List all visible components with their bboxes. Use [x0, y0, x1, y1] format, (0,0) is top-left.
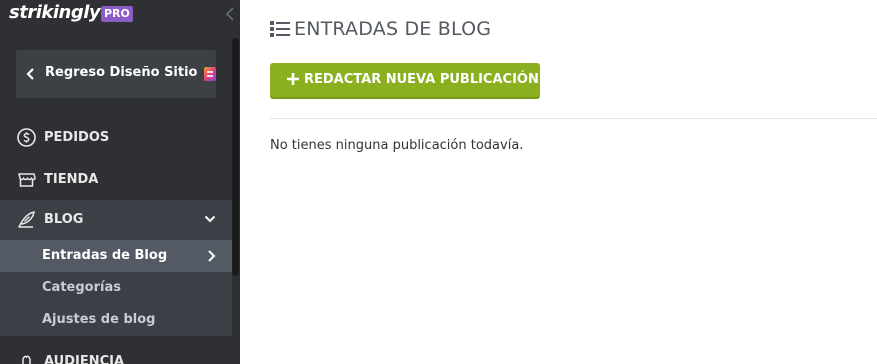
plus-icon	[287, 73, 299, 85]
sidebar: strikingly PRO Regreso Diseño Sitio PEDI…	[0, 0, 240, 364]
sidebar-subitem-ajustes-de-blog[interactable]: Ajustes de blog	[0, 304, 232, 336]
divider	[270, 118, 877, 119]
empty-state-message: No tienes ninguna publicación todavía.	[270, 138, 524, 153]
pro-badge: PRO	[101, 6, 133, 22]
page-title: ENTRADAS DE BLOG	[294, 18, 492, 40]
sidebar-item-label: AUDIENCIA	[44, 354, 125, 364]
store-icon	[18, 173, 36, 187]
site-design-icon	[204, 67, 216, 81]
sidebar-item-label: PEDIDOS	[44, 130, 110, 145]
sidebar-item-audiencia[interactable]: AUDIENCIA	[0, 342, 232, 364]
collapse-sidebar-icon[interactable]	[224, 5, 236, 23]
sidebar-item-blog[interactable]: BLOG	[0, 200, 232, 240]
list-icon	[270, 21, 290, 37]
sidebar-item-label: BLOG	[44, 212, 84, 227]
back-button-label: Regreso Diseño Sitio	[45, 65, 198, 80]
sidebar-scrollbar[interactable]	[232, 38, 239, 276]
new-post-button-label: REDACTAR NUEVA PUBLICACIÓN	[304, 72, 539, 87]
sidebar-item-tienda[interactable]: TIENDA	[0, 160, 232, 200]
chevron-down-icon	[204, 215, 216, 223]
new-post-button[interactable]: REDACTAR NUEVA PUBLICACIÓN	[270, 63, 540, 99]
back-to-site-design-button[interactable]: Regreso Diseño Sitio	[16, 50, 216, 98]
chevron-left-icon	[26, 68, 34, 80]
sidebar-subitem-label: Entradas de Blog	[42, 248, 168, 263]
quill-icon	[18, 210, 35, 228]
strikingly-logo[interactable]: strikingly	[9, 2, 101, 23]
chevron-right-icon	[208, 250, 216, 262]
sidebar-subitem-label: Ajustes de blog	[42, 312, 156, 327]
brand-row: strikingly PRO	[0, 0, 240, 32]
sidebar-subitem-entradas-de-blog[interactable]: Entradas de Blog	[0, 240, 232, 272]
sidebar-item-label: TIENDA	[44, 172, 99, 187]
audience-icon	[22, 355, 31, 364]
sidebar-subitem-categorias[interactable]: Categorías	[0, 272, 232, 304]
main-content: ENTRADAS DE BLOG REDACTAR NUEVA PUBLICAC…	[240, 0, 877, 364]
dollar-circle-icon	[17, 128, 36, 147]
sidebar-subitem-label: Categorías	[42, 280, 121, 295]
sidebar-item-pedidos[interactable]: PEDIDOS	[0, 118, 232, 158]
